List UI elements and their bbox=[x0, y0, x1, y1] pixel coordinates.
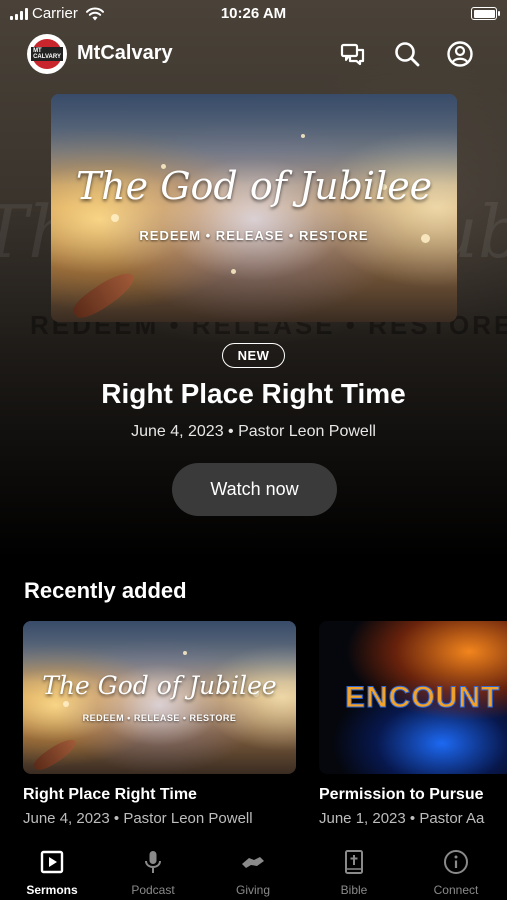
tab-giving[interactable]: Giving bbox=[208, 849, 298, 897]
tab-label: Bible bbox=[340, 883, 368, 897]
card-art-subtitle: REDEEM • RELEASE • RESTORE bbox=[82, 713, 237, 723]
sermon-thumbnail[interactable]: The God of Jubilee REDEEM • RELEASE • RE… bbox=[23, 621, 296, 774]
battery-icon bbox=[471, 7, 500, 20]
tab-label: Sermons bbox=[26, 883, 78, 897]
new-badge: NEW bbox=[222, 343, 285, 368]
status-time: 10:26 AM bbox=[220, 5, 287, 22]
tab-label: Connect bbox=[433, 883, 479, 897]
handshake-icon bbox=[242, 857, 264, 868]
card-art-title: The God of Jubilee bbox=[42, 671, 277, 700]
app-logo[interactable]: MT CALVARY bbox=[27, 34, 67, 74]
logo-text: MT CALVARY bbox=[31, 47, 63, 61]
chat-icon[interactable] bbox=[339, 40, 367, 68]
recently-added-heading: Recently added bbox=[24, 578, 187, 603]
card-art-title: ENCOUNT bbox=[344, 681, 501, 715]
sermon-thumbnail[interactable]: ENCOUNT bbox=[319, 621, 507, 774]
tab-connect[interactable]: Connect bbox=[411, 849, 501, 897]
sermon-card[interactable]: ENCOUNT Permission to Pursue June 1, 202… bbox=[319, 621, 507, 827]
card-meta: June 1, 2023 • Pastor Aa bbox=[319, 810, 485, 827]
bible-icon bbox=[345, 850, 363, 874]
card-meta: June 4, 2023 • Pastor Leon Powell bbox=[23, 810, 253, 827]
status-bar: Carrier 10:26 AM bbox=[0, 0, 507, 28]
hero-meta: June 4, 2023 • Pastor Leon Powell bbox=[131, 423, 376, 440]
tab-label: Podcast bbox=[131, 883, 175, 897]
hero-art-subtitle: REDEEM • RELEASE • RESTORE bbox=[139, 228, 369, 243]
info-icon bbox=[444, 850, 468, 874]
app-header: MT CALVARY MtCalvary bbox=[0, 32, 507, 76]
sermon-card[interactable]: The God of Jubilee REDEEM • RELEASE • RE… bbox=[23, 621, 296, 827]
hero-art-title: The God of Jubilee bbox=[75, 164, 433, 208]
watch-now-button[interactable]: Watch now bbox=[172, 463, 337, 516]
tab-bible[interactable]: Bible bbox=[309, 849, 399, 897]
tab-podcast[interactable]: Podcast bbox=[108, 849, 198, 897]
play-square-icon bbox=[40, 850, 64, 874]
card-title: Permission to Pursue bbox=[319, 786, 484, 803]
tab-bar: Sermons Podcast Giving Bible Connect bbox=[0, 840, 507, 900]
hero-title: Right Place Right Time bbox=[101, 378, 406, 409]
card-title: Right Place Right Time bbox=[23, 786, 197, 803]
account-icon[interactable] bbox=[446, 40, 474, 68]
hero-artwork[interactable]: The God of Jubilee REDEEM • RELEASE • RE… bbox=[51, 94, 457, 322]
tab-sermons[interactable]: Sermons bbox=[7, 849, 97, 897]
tab-label: Giving bbox=[235, 883, 270, 897]
search-icon[interactable] bbox=[393, 40, 421, 68]
app-name: MtCalvary bbox=[77, 42, 173, 64]
microphone-icon bbox=[145, 851, 161, 873]
